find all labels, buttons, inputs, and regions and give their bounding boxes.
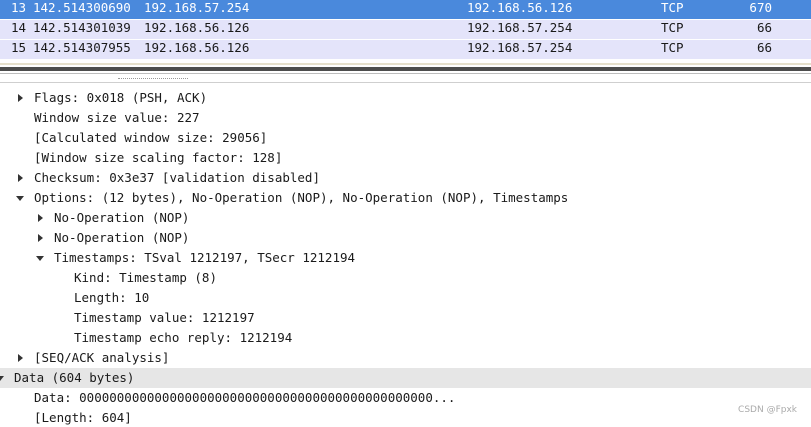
packet-protocol: TCP bbox=[661, 40, 684, 55]
tree-item-length[interactable]: Length: 10 bbox=[0, 288, 811, 308]
packet-source: 192.168.57.254 bbox=[144, 0, 250, 15]
packet-length: 670 bbox=[749, 0, 772, 15]
tree-item-checksum[interactable]: Checksum: 0x3e37 [validation disabled] bbox=[0, 168, 811, 188]
packet-source: 192.168.56.126 bbox=[144, 40, 250, 55]
expand-arrow-icon[interactable] bbox=[15, 348, 27, 368]
tree-item-label: [Length: 604] bbox=[34, 410, 132, 425]
tree-item-window-scaling[interactable]: [Window size scaling factor: 128] bbox=[0, 148, 811, 168]
packet-time: 142.514300690 bbox=[33, 0, 131, 15]
packet-source: 192.168.56.126 bbox=[144, 20, 250, 35]
packet-length: 66 bbox=[756, 40, 772, 55]
tree-item-label: Flags: 0x018 (PSH, ACK) bbox=[34, 90, 208, 105]
tree-item-seq-ack[interactable]: [SEQ/ACK analysis] bbox=[0, 348, 811, 368]
packet-time: 142.514307955 bbox=[33, 40, 131, 55]
tree-item-data-bytes[interactable]: Data: 0000000000000000000000000000000000… bbox=[0, 388, 811, 408]
packet-length: 66 bbox=[756, 20, 772, 35]
packet-row-15[interactable]: 15 142.514307955 192.168.56.126 192.168.… bbox=[0, 40, 811, 60]
collapse-arrow-icon[interactable] bbox=[35, 248, 47, 268]
collapse-arrow-icon[interactable] bbox=[15, 188, 27, 208]
splitter-edge bbox=[0, 73, 811, 74]
tree-item-flags[interactable]: Flags: 0x018 (PSH, ACK) bbox=[0, 88, 811, 108]
splitter-edge bbox=[0, 82, 811, 83]
packet-row-13[interactable]: 13 142.514300690 192.168.57.254 192.168.… bbox=[0, 0, 811, 20]
packet-time: 142.514301039 bbox=[33, 20, 131, 35]
splitter-handle[interactable] bbox=[0, 67, 811, 71]
tree-item-label: Kind: Timestamp (8) bbox=[74, 270, 217, 285]
packet-destination: 192.168.57.254 bbox=[467, 40, 573, 55]
tree-item-label: Timestamps: TSval 1212197, TSecr 1212194 bbox=[54, 250, 356, 265]
expand-arrow-icon[interactable] bbox=[35, 228, 47, 248]
packet-number: 15 bbox=[11, 40, 27, 55]
packet-list: 13 142.514300690 192.168.57.254 192.168.… bbox=[0, 0, 811, 60]
watermark: CSDN @Fpxk bbox=[738, 405, 797, 415]
tree-item-label: Timestamp value: 1212197 bbox=[74, 310, 255, 325]
packet-destination: 192.168.57.254 bbox=[467, 20, 573, 35]
tree-item-window-size[interactable]: Window size value: 227 bbox=[0, 108, 811, 128]
tree-item-nop-2[interactable]: No-Operation (NOP) bbox=[0, 228, 811, 248]
packet-protocol: TCP bbox=[661, 0, 684, 15]
packet-number: 13 bbox=[11, 0, 27, 15]
tree-item-label: Data: 0000000000000000000000000000000000… bbox=[34, 390, 456, 405]
expand-arrow-icon[interactable] bbox=[35, 208, 47, 228]
splitter-edge bbox=[0, 63, 811, 65]
expand-arrow-icon[interactable] bbox=[15, 88, 27, 108]
tree-item-label: Options: (12 bytes), No-Operation (NOP),… bbox=[34, 190, 569, 205]
packet-row-14[interactable]: 14 142.514301039 192.168.56.126 192.168.… bbox=[0, 20, 811, 40]
tree-item-label: Window size value: 227 bbox=[34, 110, 200, 125]
pane-splitter[interactable] bbox=[0, 60, 811, 86]
packet-destination: 192.168.56.126 bbox=[467, 0, 573, 15]
packet-details-tree: Flags: 0x018 (PSH, ACK) Window size valu… bbox=[0, 88, 811, 427]
tree-item-calculated-window[interactable]: [Calculated window size: 29056] bbox=[0, 128, 811, 148]
tree-item-nop-1[interactable]: No-Operation (NOP) bbox=[0, 208, 811, 228]
tree-item-kind[interactable]: Kind: Timestamp (8) bbox=[0, 268, 811, 288]
packet-protocol: TCP bbox=[661, 20, 684, 35]
tree-item-label: No-Operation (NOP) bbox=[54, 210, 190, 225]
tree-item-label: Timestamp echo reply: 1212194 bbox=[74, 330, 293, 345]
tree-item-label: Checksum: 0x3e37 [validation disabled] bbox=[34, 170, 320, 185]
tree-item-data-length[interactable]: [Length: 604] bbox=[0, 408, 811, 427]
tree-item-label: No-Operation (NOP) bbox=[54, 230, 190, 245]
tree-item-timestamp-value[interactable]: Timestamp value: 1212197 bbox=[0, 308, 811, 328]
tree-item-label: [Calculated window size: 29056] bbox=[34, 130, 268, 145]
tree-item-label: [SEQ/ACK analysis] bbox=[34, 350, 170, 365]
tree-item-timestamp-echo[interactable]: Timestamp echo reply: 1212194 bbox=[0, 328, 811, 348]
expand-arrow-icon[interactable] bbox=[15, 168, 27, 188]
collapse-arrow-icon[interactable] bbox=[0, 368, 7, 388]
tree-item-options[interactable]: Options: (12 bytes), No-Operation (NOP),… bbox=[0, 188, 811, 208]
tree-item-label: Data (604 bytes) bbox=[14, 370, 135, 385]
tree-item-label: [Window size scaling factor: 128] bbox=[34, 150, 283, 165]
tree-item-label: Length: 10 bbox=[74, 290, 150, 305]
packet-number: 14 bbox=[11, 20, 27, 35]
tree-item-timestamps[interactable]: Timestamps: TSval 1212197, TSecr 1212194 bbox=[0, 248, 811, 268]
tree-item-data[interactable]: Data (604 bytes) bbox=[0, 368, 811, 388]
